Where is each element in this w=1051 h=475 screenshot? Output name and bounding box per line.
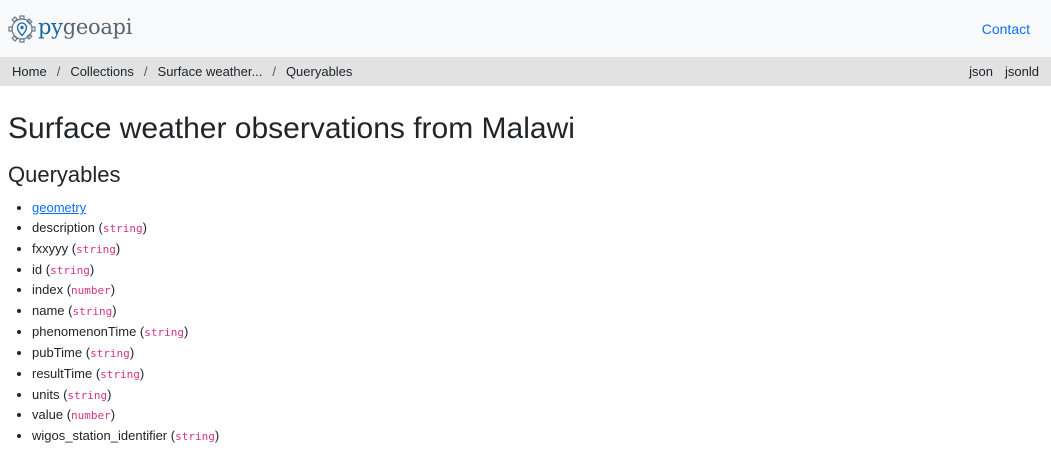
queryable-type: string (67, 388, 108, 402)
queryable-item: index (number) (32, 280, 1043, 301)
brand-name-geoapi: geoapi (62, 15, 133, 39)
queryable-item: geometry (32, 198, 1043, 218)
queryable-name: description (32, 219, 95, 235)
queryable-name: name (32, 303, 65, 319)
queryable-item: pubTime (string) (32, 343, 1043, 364)
breadcrumb-collections[interactable]: Collections (70, 64, 134, 79)
queryable-name: pubTime (32, 344, 83, 360)
queryable-type: string (144, 326, 185, 340)
format-links: json jsonld (969, 64, 1039, 79)
section-title: Queryables (8, 162, 121, 187)
breadcrumb-bar: Home / Collections / Surface weather... … (0, 57, 1051, 86)
queryable-item: name (string) (32, 301, 1043, 322)
queryable-type: number (71, 284, 111, 298)
queryable-name: wigos_station_identifier (32, 428, 168, 444)
queryable-item: value (number) (32, 405, 1043, 426)
queryable-type: string (76, 242, 116, 256)
queryable-name: resultTime (32, 365, 93, 381)
format-jsonld-link[interactable]: jsonld (1005, 64, 1039, 79)
queryable-type: number (71, 409, 111, 423)
queryable-name: units (32, 386, 60, 402)
queryable-item: units (string) (32, 385, 1043, 406)
main-content: Surface weather observations from Malawi… (0, 111, 1051, 447)
breadcrumb-separator: / (56, 64, 61, 79)
format-json-link[interactable]: json (969, 64, 993, 79)
breadcrumb-collection[interactable]: Surface weather... (158, 64, 263, 79)
page-title: Surface weather observations from Malawi (8, 112, 575, 145)
breadcrumb-queryables[interactable]: Queryables (286, 64, 352, 79)
queryable-item: resultTime (string) (32, 364, 1043, 385)
queryable-type: string (50, 263, 90, 277)
brand-name-py: py (38, 15, 63, 39)
breadcrumb-separator: / (143, 64, 148, 79)
contact-link[interactable]: Contact (982, 21, 1030, 37)
queryable-name: fxxyyy (32, 240, 69, 256)
queryable-type: string (72, 305, 113, 319)
queryable-type: string (90, 346, 130, 360)
queryable-type: string (102, 221, 143, 235)
queryable-item: fxxyyy (string) (32, 239, 1043, 260)
breadcrumb-home[interactable]: Home (12, 64, 47, 79)
queryable-item: wigos_station_identifier (string) (32, 426, 1043, 447)
queryable-name: phenomenonTime (32, 324, 137, 340)
queryable-item: phenomenonTime (string) (32, 322, 1043, 343)
queryable-name: index (32, 282, 64, 298)
queryable-item: description (string) (32, 218, 1043, 239)
brand-logo-link[interactable]: pygeoapi (7, 13, 132, 45)
queryable-type: string (175, 430, 215, 444)
queryable-geometry-link[interactable]: geometry (32, 200, 86, 215)
brand-name: pygeoapi (38, 15, 132, 39)
top-navbar: pygeoapi Contact (0, 0, 1051, 57)
queryable-item: id (string) (32, 260, 1043, 281)
pygeoapi-gear-icon (8, 14, 36, 43)
queryable-type: string (100, 367, 140, 381)
breadcrumb-separator: / (272, 64, 276, 79)
queryables-list: geometry description (string)fxxyyy (stri… (8, 198, 1043, 447)
queryable-name: value (32, 407, 64, 423)
queryable-name: id (32, 261, 43, 277)
breadcrumb: Home / Collections / Surface weather... … (12, 64, 352, 79)
